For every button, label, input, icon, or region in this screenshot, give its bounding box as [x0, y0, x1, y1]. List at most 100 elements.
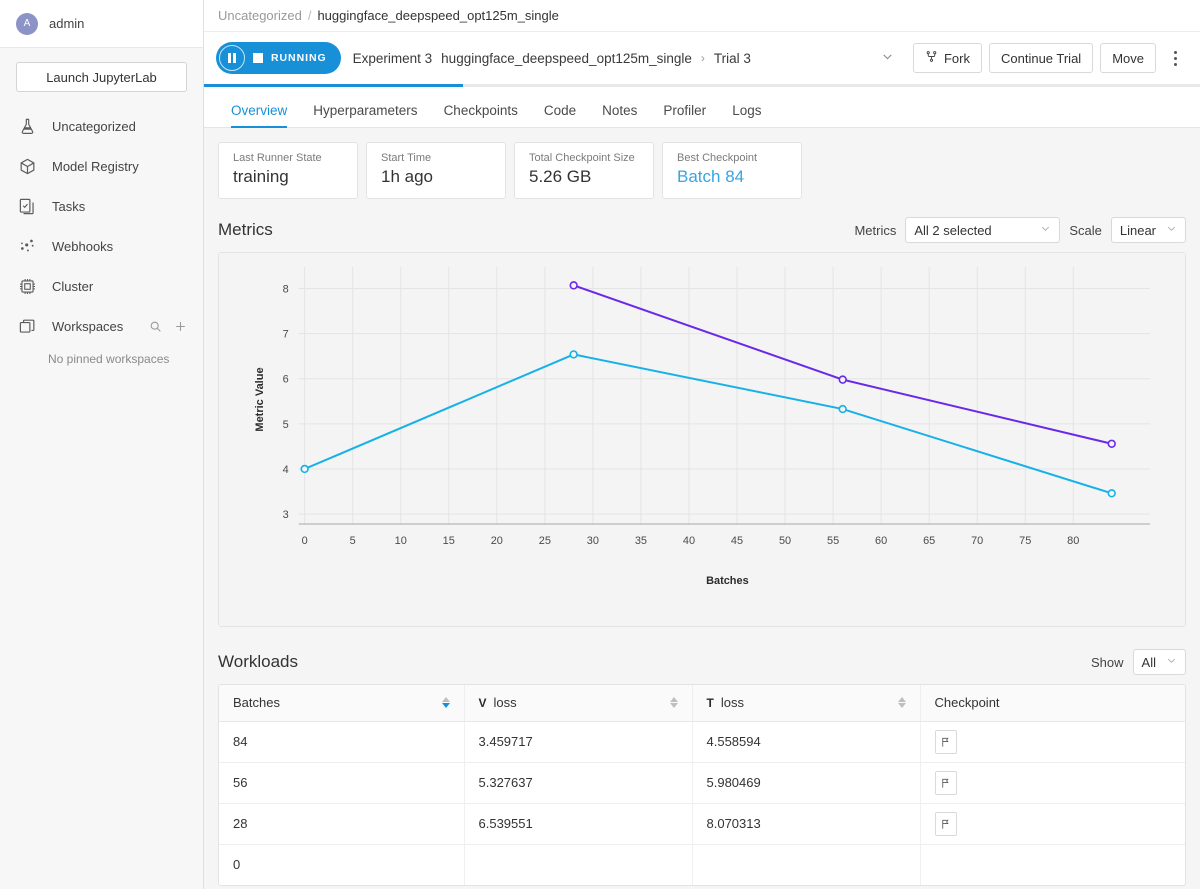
launch-jupyterlab-button[interactable]: Launch JupyterLab [16, 62, 187, 92]
sidebar-item-label: Model Registry [52, 158, 139, 174]
sidebar-item-model-registry[interactable]: Model Registry [0, 146, 203, 186]
checkpoint-flag-button[interactable] [934, 811, 957, 836]
user-name: admin [49, 16, 85, 31]
summary-cards: Last Runner State training Start Time 1h… [218, 142, 1186, 199]
data-point[interactable] [838, 404, 847, 414]
continue-trial-button[interactable]: Continue Trial [988, 43, 1094, 73]
table-row[interactable]: 0 [219, 844, 1185, 885]
card-start-time: Start Time 1h ago [366, 142, 506, 199]
workloads-controls: Show All [1091, 649, 1186, 675]
show-filter-label: Show [1091, 654, 1124, 670]
sort-toggle-icon[interactable] [897, 697, 906, 709]
best-checkpoint-link[interactable]: Batch 84 [677, 167, 787, 187]
cell-batches: 84 [219, 721, 465, 763]
scale-select[interactable]: Linear [1110, 217, 1186, 243]
tab-logs[interactable]: Logs [719, 103, 774, 127]
tab-checkpoints[interactable]: Checkpoints [431, 103, 531, 127]
y-tick-label: 5 [283, 419, 289, 431]
tab-bar: Overview Hyperparameters Checkpoints Cod… [204, 87, 1200, 128]
card-label: Last Runner State [233, 152, 322, 164]
validation-badge: V [478, 695, 487, 710]
more-options-icon[interactable] [1162, 50, 1188, 66]
experiment-name[interactable]: Experiment 3 [353, 51, 433, 66]
card-total-checkpoint-size: Total Checkpoint Size 5.26 GB [514, 142, 654, 199]
card-value: training [233, 167, 289, 186]
column-header-batches[interactable]: Batches [219, 685, 465, 722]
cell-checkpoint [920, 721, 1185, 763]
cell-vloss: 5.327637 [464, 762, 693, 804]
checkpoint-flag-button[interactable] [934, 729, 957, 754]
metrics-controls: Metrics All 2 selected Scale Linear [854, 217, 1186, 243]
data-point[interactable] [838, 375, 847, 384]
column-header-vloss[interactable]: V loss [464, 685, 693, 722]
scale-select-label: Scale [1069, 222, 1102, 238]
sidebar-item-label: Cluster [52, 278, 94, 294]
card-label: Total Checkpoint Size [529, 152, 635, 164]
x-tick-label: 10 [395, 535, 407, 547]
sidebar-nav: Uncategorized Model Registry Tasks Webho… [0, 102, 203, 366]
pause-icon[interactable] [219, 45, 245, 71]
breadcrumb-root[interactable]: Uncategorized [218, 8, 302, 23]
data-point[interactable] [569, 350, 578, 359]
main-area: Uncategorized / huggingface_deepspeed_op… [204, 0, 1200, 889]
sidebar-item-label: Workspaces [52, 318, 124, 334]
chevron-down-icon [1166, 223, 1177, 237]
sidebar: A admin Launch JupyterLab Uncategorized [0, 0, 204, 889]
stop-icon[interactable] [253, 53, 263, 63]
chevron-down-icon[interactable] [869, 50, 906, 66]
data-point[interactable] [1107, 439, 1116, 448]
column-header-tloss[interactable]: T loss [692, 685, 921, 722]
cube-icon [16, 155, 38, 177]
y-axis-title: Metric Value [254, 367, 266, 431]
fork-button[interactable]: Fork [912, 43, 982, 73]
x-tick-label: 15 [443, 535, 455, 547]
tab-notes[interactable]: Notes [589, 103, 650, 127]
metrics-chart[interactable]: 0 5 10 15 20 25 30 35 40 45 50 55 60 65 70 75 80 3 4 5 6 7 8 Me… [218, 252, 1186, 627]
sidebar-item-uncategorized[interactable]: Uncategorized [0, 106, 203, 146]
chevron-down-icon [1040, 223, 1051, 237]
x-tick-label: 60 [875, 535, 887, 547]
flask-icon [16, 115, 38, 137]
table-row[interactable]: 28 6.539551 8.070313 [219, 803, 1185, 845]
status-badge-running[interactable]: RUNNING [216, 42, 341, 74]
user-row[interactable]: A admin [0, 0, 203, 48]
move-button[interactable]: Move [1100, 43, 1156, 73]
training-badge: T [706, 695, 714, 710]
add-workspace-icon[interactable] [174, 320, 187, 333]
cell-tloss [692, 844, 921, 885]
sidebar-item-cluster[interactable]: Cluster [0, 266, 203, 306]
metrics-select-label: Metrics [854, 222, 897, 238]
search-workspaces-icon[interactable] [149, 320, 162, 333]
show-filter-select[interactable]: All [1132, 649, 1186, 675]
x-tick-label: 20 [491, 535, 503, 547]
y-tick-label: 3 [283, 509, 289, 521]
trial-name[interactable]: Trial 3 [714, 51, 751, 66]
sidebar-item-webhooks[interactable]: Webhooks [0, 226, 203, 266]
tasks-icon [16, 195, 38, 217]
project-name[interactable]: huggingface_deepspeed_opt125m_single [441, 51, 692, 66]
table-row[interactable]: 56 5.327637 5.980469 [219, 762, 1185, 804]
checkpoint-flag-button[interactable] [934, 770, 957, 795]
data-point[interactable] [1107, 489, 1116, 498]
card-label: Best Checkpoint [677, 152, 758, 164]
sort-toggle-icon[interactable] [669, 697, 678, 709]
y-tick-label: 7 [283, 329, 289, 341]
sidebar-item-label: Webhooks [52, 238, 114, 254]
tab-overview[interactable]: Overview [218, 103, 300, 128]
overview-content: Last Runner State training Start Time 1h… [204, 128, 1200, 889]
cell-checkpoint [920, 844, 1185, 885]
table-row[interactable]: 84 3.459717 4.558594 [219, 721, 1185, 763]
tab-hyperparameters[interactable]: Hyperparameters [300, 103, 430, 127]
sort-toggle-icon[interactable] [441, 697, 450, 709]
metrics-select[interactable]: All 2 selected [905, 217, 1061, 243]
data-point[interactable] [300, 464, 309, 474]
data-point[interactable] [569, 281, 578, 290]
sidebar-item-tasks[interactable]: Tasks [0, 186, 203, 226]
tab-code[interactable]: Code [531, 103, 589, 127]
breadcrumb-current: huggingface_deepspeed_opt125m_single [317, 8, 559, 23]
status-label: RUNNING [271, 52, 327, 64]
x-tick-label: 70 [971, 535, 983, 547]
tab-profiler[interactable]: Profiler [650, 103, 719, 127]
column-label: loss [720, 695, 744, 711]
sidebar-item-workspaces[interactable]: Workspaces [0, 306, 203, 346]
